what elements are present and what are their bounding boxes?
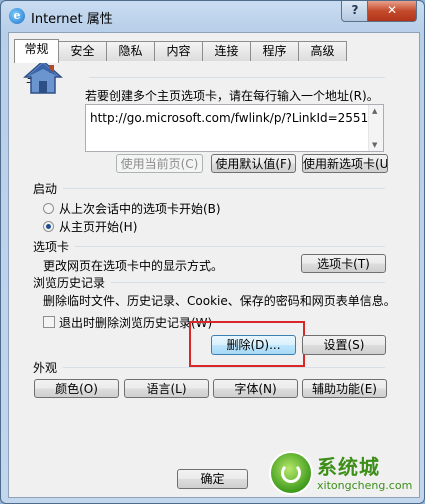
history-group-label: 浏览历史记录 — [33, 276, 106, 290]
tabs-divider — [75, 246, 385, 247]
colors-button[interactable]: 颜色(O) — [34, 379, 119, 398]
scroll-down-icon[interactable]: ▼ — [372, 141, 377, 149]
close-button[interactable]: ✕ — [367, 1, 417, 22]
use-default-button[interactable]: 使用默认值(F) — [211, 154, 296, 173]
help-button[interactable]: ? — [341, 1, 369, 22]
history-settings-button[interactable]: 设置(S) — [302, 335, 386, 355]
history-description: 删除临时文件、历史记录、Cookie、保存的密码和网页表单信息。 — [43, 294, 396, 308]
scroll-up-icon[interactable]: ▲ — [372, 107, 377, 115]
languages-button[interactable]: 语言(L) — [124, 379, 209, 398]
startup-group-label: 启动 — [33, 182, 58, 196]
use-new-tab-button[interactable]: 使用新选项卡(U) — [302, 154, 388, 173]
tab-general[interactable]: 常规 — [14, 39, 59, 63]
homepage-instruction: 若要创建多个主页选项卡，请在每行输入一个地址(R)。 — [85, 89, 379, 103]
title-bar[interactable]: e Internet 属性 ? ✕ — [1, 1, 424, 31]
appearance-divider — [63, 367, 385, 368]
radio-homepage-label: 从主页开始(H) — [59, 220, 138, 234]
history-divider — [111, 282, 385, 283]
radio-last-session-label: 从上次会话中的选项卡开始(B) — [59, 202, 221, 216]
site-watermark: 系统城 xitongcheng.com — [269, 449, 419, 499]
tab-privacy[interactable]: 隐私 — [106, 41, 155, 61]
tabs-description: 更改网页在选项卡中的显示方式。 — [43, 259, 224, 273]
accessibility-button[interactable]: 辅助功能(E) — [302, 379, 387, 398]
delete-on-exit-checkbox[interactable] — [43, 316, 55, 328]
delete-history-button[interactable]: 删除(D)... — [211, 335, 296, 355]
tab-programs[interactable]: 程序 — [250, 41, 299, 61]
watermark-site: xitongcheng.com — [317, 479, 413, 492]
radio-selected-dot — [46, 224, 51, 229]
radio-homepage[interactable] — [43, 221, 54, 232]
appearance-group-label: 外观 — [33, 361, 58, 375]
tab-connections[interactable]: 连接 — [202, 41, 251, 61]
watermark-logo-icon — [269, 451, 313, 495]
tab-content[interactable]: 内容 — [154, 41, 203, 61]
tab-advanced[interactable]: 高级 — [298, 41, 347, 61]
url-scrollbar[interactable]: ▲ ▼ — [368, 105, 383, 151]
tabs-group-label: 选项卡 — [33, 240, 70, 254]
homepage-url-text: http://go.microsoft.com/fwlink/p/?LinkId… — [90, 111, 369, 125]
tab-security[interactable]: 安全 — [58, 41, 107, 61]
watermark-title: 系统城 — [317, 455, 380, 479]
fonts-button[interactable]: 字体(N) — [213, 379, 298, 398]
startup-divider — [63, 188, 385, 189]
tabs-settings-button[interactable]: 选项卡(T) — [301, 254, 386, 273]
home-icon — [23, 59, 63, 94]
use-current-button[interactable]: 使用当前页(C) — [116, 154, 203, 173]
homepage-url-textarea[interactable]: http://go.microsoft.com/fwlink/p/?LinkId… — [85, 104, 384, 152]
homepage-divider — [89, 77, 385, 78]
window-title: Internet 属性 — [31, 12, 113, 27]
ok-button[interactable]: 确定 — [177, 469, 248, 489]
radio-last-session[interactable] — [43, 203, 54, 214]
internet-explorer-icon: e — [9, 8, 25, 24]
internet-properties-window: e Internet 属性 ? ✕ 常规 安全 隐私 内容 连接 程序 高级 主… — [0, 0, 425, 504]
